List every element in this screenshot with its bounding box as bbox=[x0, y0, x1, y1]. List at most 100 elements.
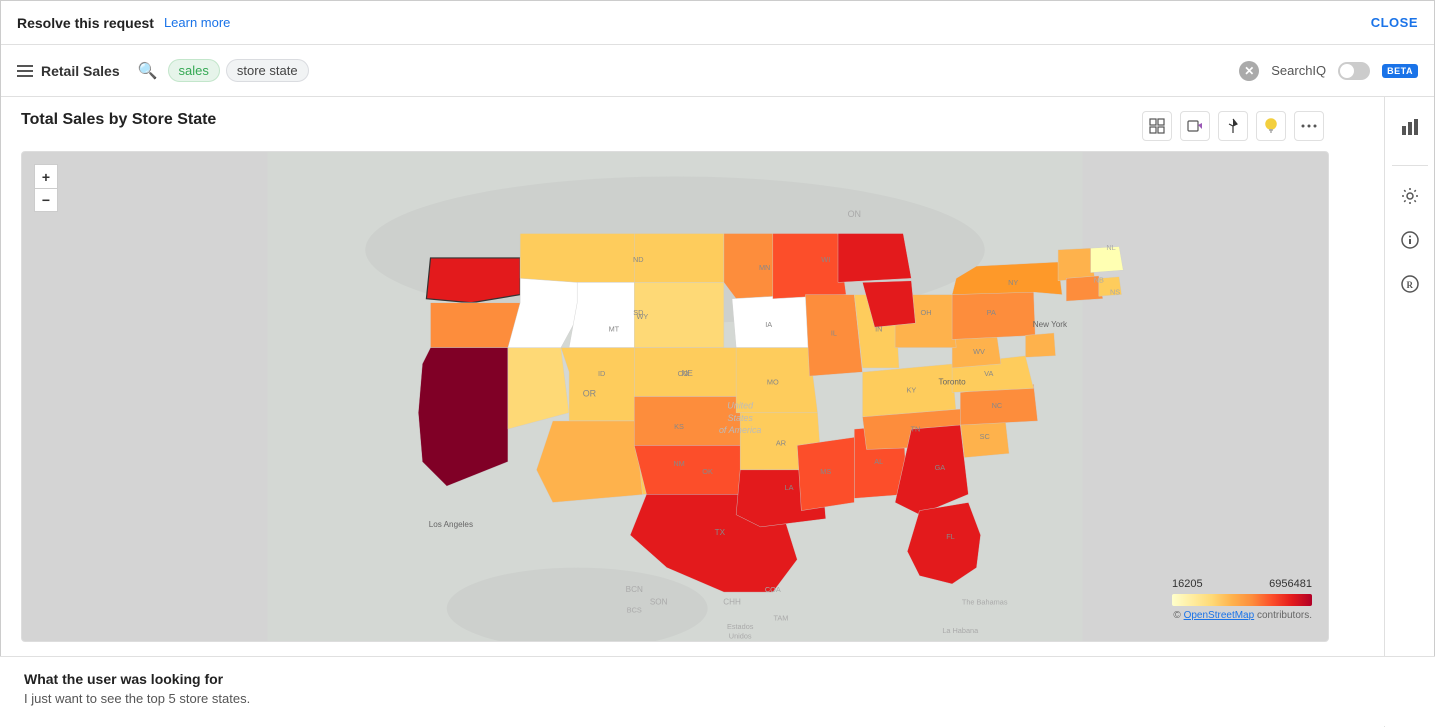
settings-button[interactable] bbox=[1392, 178, 1428, 214]
map-label-bahamas: The Bahamas bbox=[962, 597, 1008, 606]
map-label-states: States bbox=[728, 413, 754, 423]
map-label-ok: OK bbox=[702, 467, 713, 476]
map-label-la: LA bbox=[785, 483, 794, 492]
svg-text:R: R bbox=[1406, 280, 1413, 290]
map-label-oh: OH bbox=[921, 308, 932, 317]
map-label-mt: MT bbox=[609, 324, 620, 333]
video-button[interactable] bbox=[1180, 111, 1210, 141]
close-button[interactable]: CLOSE bbox=[1371, 15, 1418, 30]
r-analytics-button[interactable]: R bbox=[1392, 266, 1428, 302]
map-label-tx: TX bbox=[715, 528, 726, 537]
dataset-label[interactable]: Retail Sales bbox=[41, 63, 120, 79]
map-label-ny: NY bbox=[1008, 278, 1018, 287]
learn-more-link[interactable]: Learn more bbox=[164, 15, 230, 30]
map-label-los-angeles: Los Angeles bbox=[429, 520, 473, 529]
table-view-button[interactable] bbox=[1142, 111, 1172, 141]
menu-icon[interactable] bbox=[17, 65, 33, 77]
map-label-ne: NE bbox=[682, 369, 694, 378]
map-label-on: ON bbox=[848, 209, 861, 219]
top-bar: Resolve this request Learn more CLOSE bbox=[1, 1, 1434, 45]
searchiq-toggle[interactable] bbox=[1338, 62, 1370, 80]
map-legend: 16205 6956481 © OpenStreetMap contributo… bbox=[1172, 578, 1312, 621]
map-label-nc: NC bbox=[992, 401, 1003, 410]
sidebar-divider bbox=[1392, 165, 1428, 166]
state-FL[interactable] bbox=[907, 502, 980, 584]
state-AZ[interactable] bbox=[536, 421, 646, 503]
more-icon bbox=[1301, 124, 1317, 128]
zoom-in-button[interactable]: + bbox=[34, 164, 58, 188]
info-button[interactable] bbox=[1392, 222, 1428, 258]
gear-icon bbox=[1401, 187, 1419, 205]
state-WA[interactable] bbox=[426, 258, 520, 303]
state-OR[interactable] bbox=[431, 303, 521, 348]
table-icon bbox=[1149, 118, 1165, 134]
insight-button[interactable] bbox=[1256, 111, 1286, 141]
map-label-in: IN bbox=[875, 324, 882, 333]
map-label-fl: FL bbox=[946, 532, 955, 541]
more-options-button[interactable] bbox=[1294, 111, 1324, 141]
map-label-toronto: Toronto bbox=[939, 377, 967, 386]
state-WI[interactable] bbox=[773, 234, 846, 299]
map-label-il: IL bbox=[831, 328, 837, 337]
state-MD-DE-NJ[interactable] bbox=[1025, 333, 1055, 357]
info-icon bbox=[1401, 231, 1419, 249]
search-tag-sales[interactable]: sales bbox=[168, 59, 220, 82]
search-bar-right: ✕ SearchIQ BETA bbox=[1239, 61, 1418, 81]
state-CA[interactable] bbox=[418, 348, 508, 487]
map-label-ar: AR bbox=[776, 438, 786, 447]
bottom-title: What the user was looking for bbox=[24, 671, 1411, 687]
map-label-nb: NB bbox=[1094, 275, 1104, 284]
bar-chart-icon bbox=[1401, 118, 1419, 136]
chart-toolbar bbox=[1142, 111, 1324, 141]
state-VT-NH[interactable] bbox=[1058, 248, 1095, 281]
map-label-or: OR bbox=[583, 389, 597, 399]
clear-search-button[interactable]: ✕ bbox=[1239, 61, 1259, 81]
map-label-coa: COA bbox=[765, 585, 781, 594]
map-label-new-york-city: New York bbox=[1033, 320, 1068, 329]
zoom-out-button[interactable]: − bbox=[34, 188, 58, 212]
bulb-icon bbox=[1264, 118, 1278, 134]
search-tags: sales store state bbox=[168, 59, 1230, 82]
searchiq-label: SearchIQ bbox=[1271, 63, 1326, 78]
map-label-ia: IA bbox=[765, 320, 772, 329]
pin-icon bbox=[1227, 118, 1239, 134]
map-label-ky: KY bbox=[906, 385, 916, 394]
map-label-id: ID bbox=[598, 369, 605, 378]
state-UT[interactable] bbox=[561, 348, 634, 421]
map-label-united-states: United bbox=[727, 401, 754, 411]
menu-line-2 bbox=[17, 70, 33, 72]
state-ND[interactable] bbox=[634, 234, 724, 283]
map-label-mn: MN bbox=[759, 263, 770, 272]
map-label-ga: GA bbox=[935, 463, 946, 472]
menu-line-3 bbox=[17, 75, 33, 77]
osm-link[interactable]: OpenStreetMap bbox=[1184, 610, 1255, 621]
map-label-la-habana: La Habana bbox=[942, 626, 979, 635]
state-MI[interactable] bbox=[838, 234, 911, 283]
chart-type-button[interactable] bbox=[1392, 109, 1428, 145]
right-sidebar: R bbox=[1384, 97, 1434, 727]
menu-line-1 bbox=[17, 65, 33, 67]
map-label-wi: WI bbox=[821, 255, 830, 264]
legend-gradient bbox=[1172, 594, 1312, 606]
map-label-bcs: BCS bbox=[627, 605, 642, 614]
map-label-al: AL bbox=[874, 457, 883, 466]
chart-header: Total Sales by Store State bbox=[21, 111, 1384, 141]
page-title: Resolve this request bbox=[17, 15, 154, 31]
map-label-ks: KS bbox=[674, 422, 684, 431]
map-label-tn: TN bbox=[911, 425, 921, 434]
map-label-sd: SD bbox=[633, 308, 643, 317]
chart-area: Total Sales by Store State bbox=[1, 97, 1384, 727]
map-label-va: VA bbox=[984, 369, 993, 378]
map-label-tam: TAM bbox=[773, 614, 788, 623]
bottom-text: I just want to see the top 5 store state… bbox=[24, 691, 1411, 706]
search-tag-store-state[interactable]: store state bbox=[226, 59, 309, 82]
map-container[interactable]: + − bbox=[21, 151, 1329, 642]
bottom-section: What the user was looking for I just wan… bbox=[0, 656, 1435, 726]
pin-button[interactable] bbox=[1218, 111, 1248, 141]
zoom-controls: + − bbox=[34, 164, 58, 212]
top-bar-left: Resolve this request Learn more bbox=[17, 15, 230, 31]
legend-max: 6956481 bbox=[1269, 578, 1312, 590]
usa-choropleth-map: OR ID MT WY ND SD CO KS NE OK NM TX MN I… bbox=[22, 152, 1328, 641]
video-icon bbox=[1187, 120, 1203, 132]
legend-min: 16205 bbox=[1172, 578, 1203, 590]
